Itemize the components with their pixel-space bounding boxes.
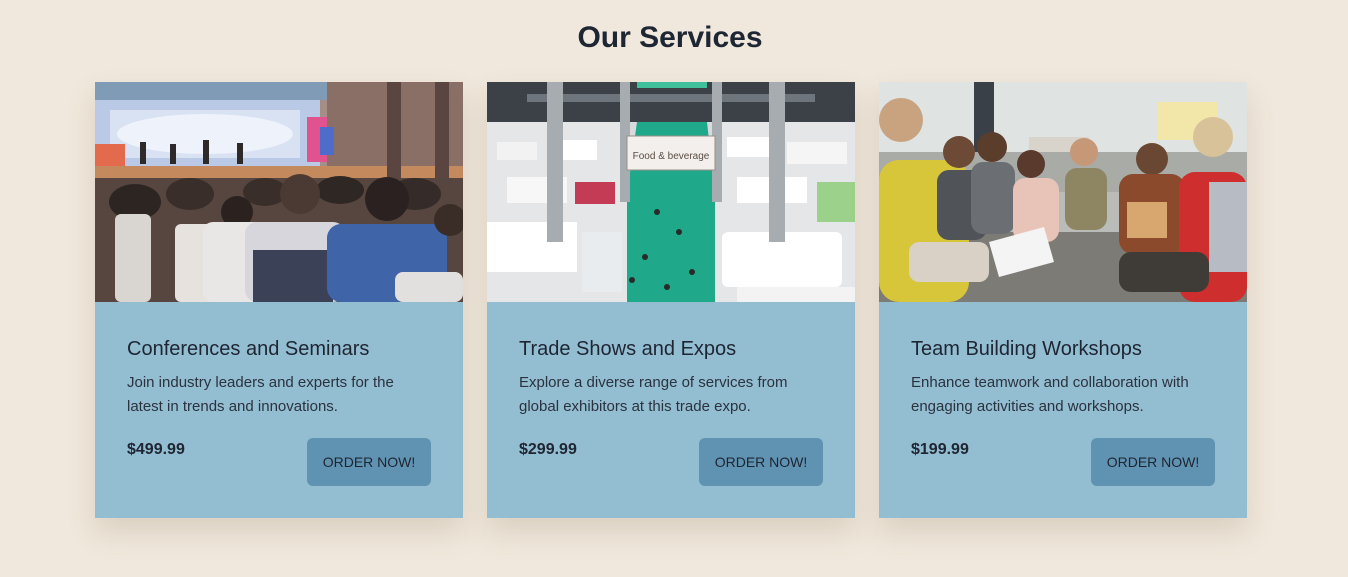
services-list: Conferences and Seminars Join industry l… — [95, 82, 1247, 518]
service-card-trade-shows: Food & beverage Trade Shows and Expos Ex… — [487, 82, 855, 518]
service-card-conferences: Conferences and Seminars Join industry l… — [95, 82, 463, 518]
page-title: Our Services — [577, 21, 763, 54]
service-title: Team Building Workshops — [911, 338, 1142, 360]
service-price: $199.99 — [911, 441, 969, 458]
service-card-team-building: Team Building Workshops Enhance teamwork… — [879, 82, 1247, 518]
order-now-button[interactable]: ORDER NOW! — [307, 438, 431, 486]
order-now-button[interactable]: ORDER NOW! — [699, 438, 823, 486]
service-title: Trade Shows and Expos — [519, 338, 737, 360]
service-description: Explore a diverse range of services from… — [519, 374, 788, 415]
expo-sign-text: Food & beverage — [633, 151, 710, 162]
trade-show-hall-photo: Food & beverage — [487, 82, 855, 302]
service-price: $299.99 — [519, 441, 577, 458]
team-workshop-photo — [879, 82, 1247, 302]
order-now-button[interactable]: ORDER NOW! — [1091, 438, 1215, 486]
service-price: $499.99 — [127, 441, 185, 458]
service-title: Conferences and Seminars — [127, 338, 370, 360]
conference-audience-photo — [95, 82, 463, 302]
service-description: Enhance teamwork and collaboration with … — [911, 374, 1189, 415]
service-description: Join industry leaders and experts for th… — [127, 374, 394, 415]
